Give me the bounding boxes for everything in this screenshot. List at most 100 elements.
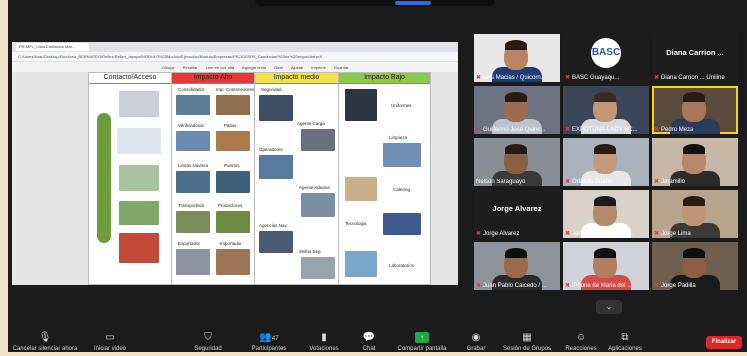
pdf-page: Contacto/Acceso Impacto Alto Consolidado… [88,72,431,285]
slide-label: Exportador [178,241,201,246]
participant-display-name: Diana Carrion ... [666,48,724,57]
bar-chart-icon: ▮ [321,332,327,343]
top-notification-strip [255,0,495,6]
share-screen-button[interactable]: ↑ Compartir pantalla [392,332,452,352]
end-meeting-button[interactable]: Finalizar [706,336,742,349]
people-icon: 👥47 [259,332,279,343]
slide-label: Sellos Seg. [299,249,322,254]
slide-label: Patios [224,123,237,128]
slide-label: Agente Aduana [299,185,330,190]
record-button[interactable]: ◉ Grabar [462,332,490,352]
slide-label: Operadores [259,147,283,152]
breakout-rooms-button[interactable]: ▦ Sesión de Grupos [498,332,556,352]
participant-tile[interactable]: ✖ iPhone de Maria del ... [563,242,649,290]
pdf-tool[interactable]: Ajustar [291,65,303,70]
participant-tile[interactable]: ✖ Jenny Andrade / SAC... [563,190,649,238]
column-header: Impacto Alto [172,73,254,84]
browser-tab[interactable]: PR-MPL_Lista Contactos Mar... [16,43,89,51]
pdf-tool[interactable]: Leer en voz alta [206,65,234,70]
slide-label: Uniformes [391,103,412,108]
participant-name: ✖ Jorge Alvarez [476,231,520,237]
participant-tile[interactable]: ✖ Juan Pablo Caicedo / ... [474,242,560,290]
muted-mic-icon: ✖ [565,179,571,185]
chevron-down-icon: ⌄ [605,302,613,311]
pdf-tool[interactable]: Agregar texto [242,65,266,70]
muted-mic-icon: ✖ [654,179,660,185]
photo [259,95,293,121]
participant-display-name: Jorge Alvarez [492,204,542,213]
participant-name: ✖ iPhone de Maria del ... [565,283,633,289]
muted-mic-icon: 🎙 [38,332,52,343]
participant-name: ✖ BASC Guayaqu... [565,75,620,81]
photo [345,89,377,121]
participants-button[interactable]: 👥47 Participantes [242,332,296,352]
pdf-tool[interactable]: Guardar [334,65,349,70]
photo [176,249,210,275]
tools-image [119,233,159,263]
pdf-viewport: Contacto/Acceso Impacto Alto Consolidado… [12,72,458,285]
muted-mic-icon: ✖ [565,127,571,133]
participant-tile[interactable]: Jorge Alvarez ✖ Jorge Alvarez [474,190,560,238]
participant-tile[interactable]: ✖ Orlando Bueno [563,138,649,186]
shared-screen[interactable]: PR-MPL_Lista Contactos Mar... C:/Users/i… [12,42,458,285]
chat-button[interactable]: 💬 Chat [354,332,384,352]
participant-name: ✖ Diana Carrion ... Uniline [654,75,725,81]
pdf-tool[interactable]: Girar [274,65,283,70]
pdf-tool[interactable]: Dibujar [162,65,175,70]
pdf-tool[interactable]: Imprimir [311,65,325,70]
participant-tile[interactable]: ✖ Guillermo José Quinc... [474,86,560,134]
truck-image [117,128,161,154]
participant-tile-active[interactable]: ✖ Pedro Meza [652,86,738,134]
muted-mic-icon: ✖ [565,231,571,237]
participant-tile[interactable]: ✖ Jorge Padilla [652,242,738,290]
start-video-button[interactable]: ▭ Iniciar video [86,332,134,352]
participant-tile[interactable]: ✖ Jorge Lima [652,190,738,238]
muted-mic-icon: ✖ [654,283,660,289]
record-icon: ◉ [471,332,481,343]
muted-mic-icon: ✖ [565,75,571,81]
photo [176,171,210,193]
participant-name: ✖ Juan Pablo Caicedo / ... [476,283,547,289]
grid-icon: ▦ [522,332,532,343]
security-button[interactable]: ⛉ Seguridad [188,332,228,352]
photo [176,131,210,151]
slide-label: Tecnologia [345,221,367,226]
chat-bubble-icon: 💬 [362,332,376,343]
participant-tile[interactable]: ✖ EXPOTUNA-LADY BC... [563,86,649,134]
zoom-meeting-window: PR-MPL_Lista Contactos Mar... C:/Users/i… [0,0,747,356]
participant-name: Nelson Saraguayo [476,179,526,185]
reactions-button[interactable]: ☺ Reacciones [560,332,602,352]
participant-tile[interactable]: ✖ Luis Macias / Quicorn... [474,34,560,82]
column-header: Impacto Bajo [339,73,430,84]
muted-mic-icon: ✖ [476,283,482,289]
photo [216,131,250,151]
map-image [119,165,159,191]
polls-button[interactable]: ▮ Votaciones [304,332,344,352]
photo [216,95,250,115]
participant-name: ✖ Jaramillo [654,179,686,185]
smiley-icon: ☺ [575,332,587,343]
participant-tile[interactable]: Nelson Saraguayo [474,138,560,186]
apps-button[interactable]: ⧉ Aplicaciones [604,332,646,352]
participant-name: ✖ Jorge Padilla [654,283,696,289]
slide-label: Catering [393,187,411,192]
woman-figure [97,113,111,243]
participant-tile[interactable]: Diana Carrion ... ✖ Diana Carrion ... Uni… [652,34,738,82]
browser-url-bar[interactable]: C:/Users/ibrar/Desktop/Escritorio_BERNAR… [12,52,458,62]
participant-name: ✖ Guillermo José Quinc... [476,127,546,133]
unmute-button[interactable]: 🎙 Cancelar silenciar ahora [12,332,78,352]
muted-mic-icon: ✖ [654,127,660,133]
muted-mic-icon: ✖ [654,75,660,81]
participant-gallery: ✖ Luis Macias / Quicorn... BASC ✖ BASC Gua… [468,30,747,300]
slide-label: Importador [220,241,242,246]
column-impacto-medio: Impacto medio Seguridad Agente Carga Ope… [255,73,339,285]
gallery-next-page-button[interactable]: ⌄ [596,300,622,314]
participant-tile[interactable]: ✖ Jaramillo [652,138,738,186]
participant-name: ✖ Luis Macias / Quicorn... [476,75,546,81]
browser-tab-bar: PR-MPL_Lista Contactos Mar... [12,42,458,52]
pdf-tool[interactable]: Resaltar [183,65,198,70]
participant-tile[interactable]: BASC ✖ BASC Guayaqu... [563,34,649,82]
photo [301,193,335,217]
slide-label: Laboratorios [389,263,415,268]
participant-name: ✖ Jorge Lima [654,231,691,237]
